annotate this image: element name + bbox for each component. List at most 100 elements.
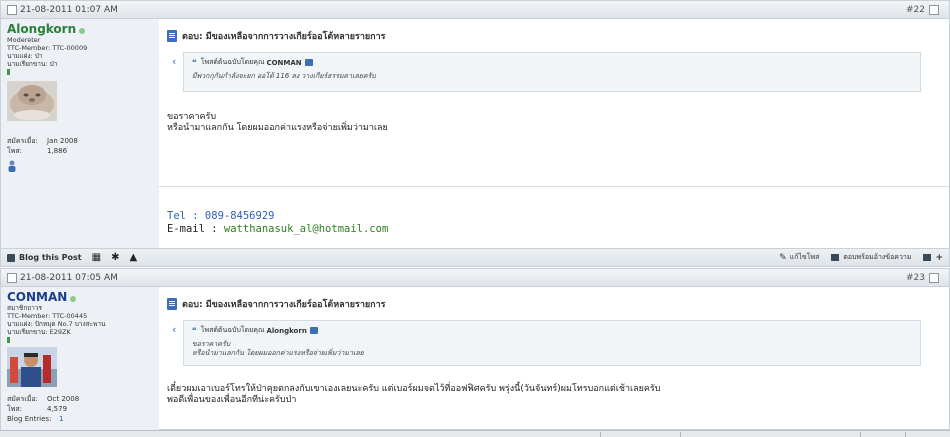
post-select-checkbox[interactable] (7, 4, 17, 15)
quote-box: ‹ ❝ โพสต์ต้นฉบับโดยคุณ Alongkorn ขอราคาค… (172, 320, 921, 366)
blog-entries-row: Blog Entries: 1 (7, 414, 153, 424)
quote-body-line: ขอราคาครับ (192, 340, 231, 348)
joined-label: สมัครเมื่อ: (7, 395, 38, 403)
posts-row: โพส: 4,579 (7, 404, 153, 414)
post-select-checkbox[interactable] (7, 272, 17, 283)
quote-bubble-icon (831, 254, 840, 261)
warning-icon[interactable]: ▲ (129, 252, 137, 263)
message-line: ขอราคาครับ (167, 112, 217, 122)
post-header: 21-08-2011 07:05 AM #23 (1, 269, 949, 287)
posts-value: 4,579 (47, 405, 68, 413)
message-line: หรือนำมาแลกกัน โดยผมออกค่าแรงหรือจ่ายเพิ… (167, 123, 388, 133)
quote-icon: ❝ (192, 58, 197, 67)
quote-body-line: มีพวกกุกันกำลังจะยก ออโต้ 116 ลง วางเกีย… (192, 72, 376, 80)
posts-row: โพส: 1,886 (7, 146, 153, 156)
edit-post-button[interactable]: ✎ แก้ไขโพส (779, 252, 819, 263)
plus-icon: + (935, 252, 943, 263)
user-callname: นามเรียกขาน: E29ZK (7, 328, 71, 336)
blog-entries-value[interactable]: 1 (59, 414, 109, 424)
signature-email-label: E-mail : (167, 223, 224, 235)
edit-post-label: แก้ไขโพส (789, 253, 820, 261)
joined-value: Oct 2008 (47, 395, 80, 403)
user-rank: สมาชิกถาวร (7, 304, 42, 312)
user-status-icon[interactable] (7, 160, 153, 175)
post-number-link[interactable]: #23 (906, 273, 925, 283)
blog-this-post-button[interactable]: Blog this Post (7, 253, 82, 262)
message-line: พอดีเพื่อนของเพื่อนอีกทีน่ะครับป่า (167, 395, 297, 405)
username-link[interactable]: CONMAN (7, 290, 67, 304)
avatar[interactable] (7, 347, 153, 390)
user-callname: นามเรียกขาน: ป่า (7, 60, 58, 68)
post-title: ตอบ: มีของเหลือจากการวางเกียร์ออโต้หลายร… (167, 29, 941, 43)
view-post-icon[interactable] (304, 59, 313, 66)
quote-prefix: โพสต์ต้นฉบับโดยคุณ (200, 326, 265, 334)
quote-prefix: โพสต์ต้นฉบับโดยคุณ (200, 58, 265, 66)
quote-author: Alongkorn (266, 326, 307, 335)
status-divider (860, 432, 861, 437)
joined-row: สมัครเมื่อ: Oct 2008 (7, 394, 153, 404)
footer-actions: ✎ แก้ไขโพส ตอบพร้อมอ้างข้อความ + (767, 252, 943, 263)
blog-this-post-label: Blog this Post (19, 253, 82, 262)
quote-box: ‹ ❝ โพสต์ต้นฉบับโดยคุณ CONMAN มีพวกกุกัน… (172, 52, 921, 92)
multiquote-icon (923, 254, 932, 261)
post-header: 21-08-2011 01:07 AM #22 (1, 1, 949, 19)
user-rank: Modereter (7, 36, 41, 44)
reply-with-quote-label: ตอบพร้อมอ้างข้อความ (843, 253, 912, 261)
multiquote-checkbox[interactable] (929, 4, 939, 15)
member-id: TTC-Member: TTC-00009 (7, 44, 88, 52)
post-title-text: ตอบ: มีของเหลือจากการวางเกียร์ออโต้หลายร… (182, 32, 386, 42)
reputation-icon (7, 69, 10, 75)
username-link[interactable]: Alongkorn (7, 22, 76, 36)
posts-value: 1,886 (47, 147, 68, 155)
message-line: เดี๋ยวผมเอาเบอร์โทรให้ป่าคุยตกลงกับเขาเอ… (167, 384, 661, 394)
post-22: 21-08-2011 01:07 AM #22 Alongkorn Modere… (0, 0, 950, 267)
member-id: TTC-Member: TTC-00445 (7, 312, 88, 320)
joined-value: Jan 2008 (47, 137, 78, 145)
quote-icon: ❝ (192, 326, 197, 335)
joined-row: สมัครเมื่อ: Jan 2008 (7, 136, 153, 146)
pencil-icon: ✎ (779, 252, 787, 263)
document-icon (167, 30, 177, 42)
multiquote-button[interactable]: + (923, 253, 943, 263)
post-date: 21-08-2011 01:07 AM (20, 4, 118, 15)
star-icon[interactable]: ✱ (111, 252, 119, 263)
reply-with-quote-button[interactable]: ตอบพร้อมอ้างข้อความ (831, 252, 911, 263)
blog-icon (7, 253, 15, 262)
post-content: ตอบ: มีของเหลือจากการวางเกียร์ออโต้หลายร… (159, 287, 949, 416)
online-status-icon (79, 27, 86, 34)
document-icon (167, 298, 177, 310)
posts-label: โพส: (7, 147, 23, 155)
signature-email-link[interactable]: watthanasuk_al@hotmail.com (224, 223, 388, 235)
user-info-panel: Alongkorn Modereter TTC-Member: TTC-0000… (1, 19, 159, 248)
avatar[interactable] (7, 81, 153, 124)
posts-label: โพส: (7, 405, 23, 413)
post-title: ตอบ: มีของเหลือจากการวางเกียร์ออโต้หลายร… (167, 297, 941, 311)
quote-body-line: หรือนำมาแลกกัน โดยผมออกค่าแรงหรือจ่ายเพิ… (192, 349, 364, 357)
user-info-panel: CONMAN สมาชิกถาวร TTC-Member: TTC-00445 … (1, 287, 159, 431)
signature-divider (159, 186, 949, 187)
signature: Tel : 089-8456929 E-mail : watthanasuk_a… (167, 210, 388, 236)
post-footer: Blog this Post ▦ ✱ ▲ ✎ แก้ไขโพส ตอบพร้อม… (1, 248, 949, 266)
blog-entries-label: Blog Entries: (7, 415, 52, 423)
post-title-text: ตอบ: มีของเหลือจากการวางเกียร์ออโต้หลายร… (182, 300, 386, 310)
post-date: 21-08-2011 07:05 AM (20, 272, 118, 283)
status-divider (680, 432, 681, 437)
browser-status-bar (0, 430, 950, 437)
post-23: 21-08-2011 07:05 AM #23 CONMAN สมาชิกถาว… (0, 268, 950, 431)
user-alias: นามแฝง: ปักหมุด No.7 บางสะพาน (7, 320, 106, 328)
post-number-link[interactable]: #22 (906, 5, 925, 15)
grid-icon[interactable]: ▦ (92, 252, 101, 263)
user-alias: นามแฝง: ป่า (7, 52, 43, 60)
signature-tel: Tel : 089-8456929 (167, 210, 275, 222)
view-post-icon[interactable] (309, 327, 318, 334)
reputation-icon (7, 337, 10, 343)
status-divider (905, 432, 906, 437)
joined-label: สมัครเมื่อ: (7, 137, 38, 145)
chevron-left-icon: ‹ (172, 55, 177, 68)
quote-author: CONMAN (266, 58, 302, 67)
chevron-left-icon: ‹ (172, 323, 177, 336)
quote-header: ❝ โพสต์ต้นฉบับโดยคุณ Alongkorn (192, 325, 912, 336)
post-content: ตอบ: มีของเหลือจากการวางเกียร์ออโต้หลายร… (159, 19, 949, 144)
multiquote-checkbox[interactable] (929, 272, 939, 283)
quote-header: ❝ โพสต์ต้นฉบับโดยคุณ CONMAN (192, 57, 912, 68)
